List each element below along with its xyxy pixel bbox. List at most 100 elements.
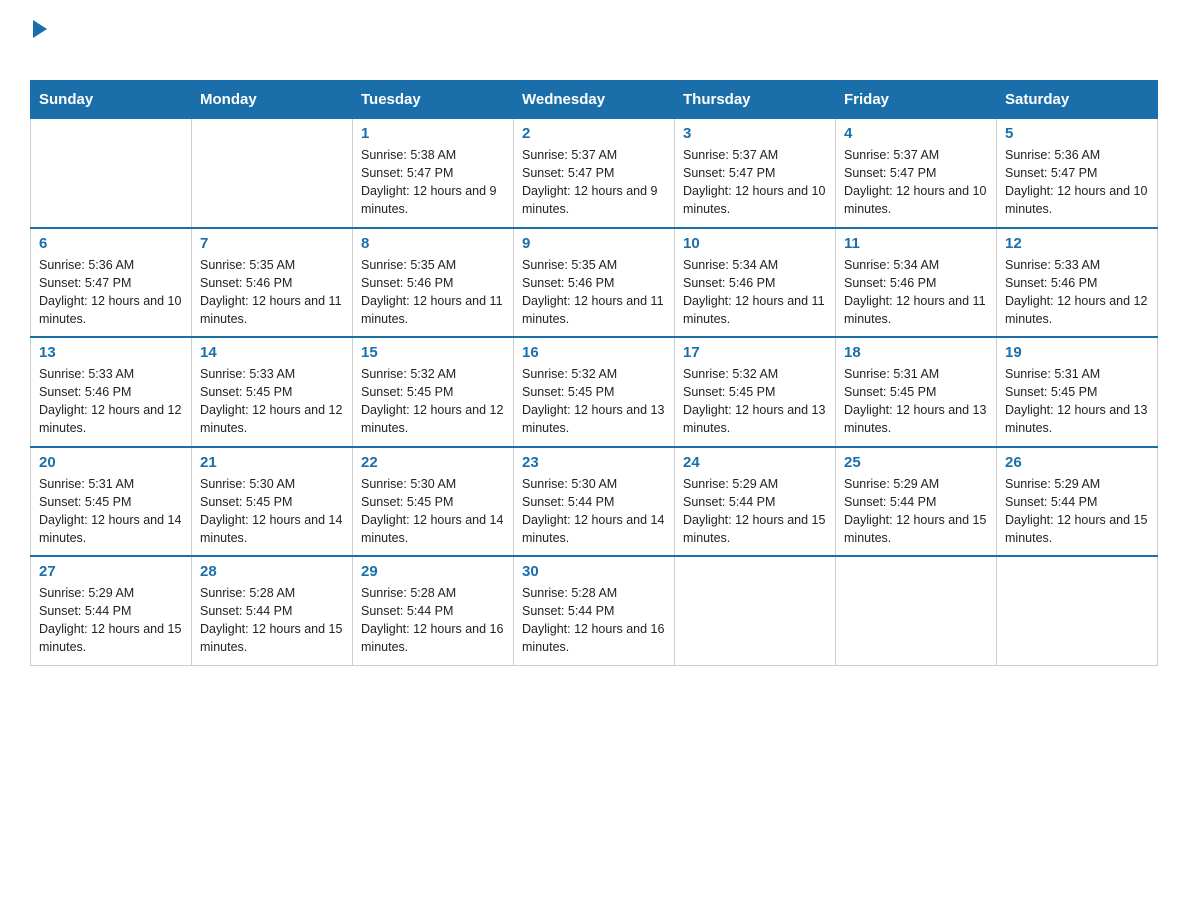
calendar-cell: 27 Sunrise: 5:29 AMSunset: 5:44 PMDayligh… [31,556,192,665]
calendar-cell: 11Sunrise: 5:34 AMSunset: 5:46 PMDayligh… [836,228,997,338]
day-info: Sunrise: 5:31 AMSunset: 5:45 PMDaylight:… [1005,365,1149,438]
calendar-cell: 3 Sunrise: 5:37 AMSunset: 5:47 PMDaylight… [675,119,836,228]
day-info: Sunrise: 5:30 AMSunset: 5:45 PMDaylight:… [200,475,344,548]
day-number: 2 [522,125,666,142]
calendar-cell: 25Sunrise: 5:29 AMSunset: 5:44 PMDayligh… [836,447,997,557]
calendar-cell: 17 Sunrise: 5:32 AMSunset: 5:45 PMDayligh… [675,337,836,447]
day-number: 15 [361,344,505,361]
calendar-header-row: SundayMondayTuesdayWednesdayThursdayFrid… [31,81,1158,119]
calendar-cell: 23Sunrise: 5:30 AMSunset: 5:44 PMDayligh… [514,447,675,557]
day-number: 17 [683,344,827,361]
day-number: 24 [683,454,827,471]
calendar-cell: 30 Sunrise: 5:28 AMSunset: 5:44 PMDayligh… [514,556,675,665]
calendar-cell: 28 Sunrise: 5:28 AMSunset: 5:44 PMDayligh… [192,556,353,665]
calendar-cell: 5 Sunrise: 5:36 AMSunset: 5:47 PMDaylight… [997,119,1158,228]
calendar-cell [997,556,1158,665]
day-number: 7 [200,235,344,252]
day-info: Sunrise: 5:35 AMSunset: 5:46 PMDaylight:… [200,256,344,329]
day-info: Sunrise: 5:33 AMSunset: 5:46 PMDaylight:… [1005,256,1149,329]
day-number: 8 [361,235,505,252]
day-info: Sunrise: 5:29 AMSunset: 5:44 PMDaylight:… [844,475,988,548]
calendar-cell: 21 Sunrise: 5:30 AMSunset: 5:45 PMDayligh… [192,447,353,557]
calendar-cell: 24 Sunrise: 5:29 AMSunset: 5:44 PMDayligh… [675,447,836,557]
calendar-cell: 1 Sunrise: 5:38 AMSunset: 5:47 PMDaylight… [353,119,514,228]
calendar-week-row: 1 Sunrise: 5:38 AMSunset: 5:47 PMDaylight… [31,119,1158,228]
calendar-cell: 29 Sunrise: 5:28 AMSunset: 5:44 PMDayligh… [353,556,514,665]
day-header-monday: Monday [192,81,353,119]
calendar-cell [836,556,997,665]
page-header [30,20,1158,62]
calendar-cell: 8 Sunrise: 5:35 AMSunset: 5:46 PMDaylight… [353,228,514,338]
calendar-cell: 13 Sunrise: 5:33 AMSunset: 5:46 PMDayligh… [31,337,192,447]
calendar-week-row: 20 Sunrise: 5:31 AMSunset: 5:45 PMDayligh… [31,447,1158,557]
day-number: 1 [361,125,505,142]
day-info: Sunrise: 5:32 AMSunset: 5:45 PMDaylight:… [361,365,505,438]
day-number: 13 [39,344,183,361]
day-number: 10 [683,235,827,252]
day-number: 27 [39,563,183,580]
calendar-cell: 14 Sunrise: 5:33 AMSunset: 5:45 PMDayligh… [192,337,353,447]
calendar-cell: 9 Sunrise: 5:35 AMSunset: 5:46 PMDaylight… [514,228,675,338]
calendar-week-row: 6Sunrise: 5:36 AMSunset: 5:47 PMDaylight… [31,228,1158,338]
day-info: Sunrise: 5:35 AMSunset: 5:46 PMDaylight:… [361,256,505,329]
day-number: 26 [1005,454,1149,471]
day-info: Sunrise: 5:37 AMSunset: 5:47 PMDaylight:… [683,146,827,219]
calendar-week-row: 27 Sunrise: 5:29 AMSunset: 5:44 PMDayligh… [31,556,1158,665]
day-number: 20 [39,454,183,471]
calendar-cell: 15 Sunrise: 5:32 AMSunset: 5:45 PMDayligh… [353,337,514,447]
day-info: Sunrise: 5:29 AMSunset: 5:44 PMDaylight:… [683,475,827,548]
calendar-cell: 12 Sunrise: 5:33 AMSunset: 5:46 PMDayligh… [997,228,1158,338]
day-info: Sunrise: 5:38 AMSunset: 5:47 PMDaylight:… [361,146,505,219]
day-info: Sunrise: 5:28 AMSunset: 5:44 PMDaylight:… [361,584,505,657]
day-info: Sunrise: 5:28 AMSunset: 5:44 PMDaylight:… [200,584,344,657]
day-info: Sunrise: 5:36 AMSunset: 5:47 PMDaylight:… [39,256,183,329]
day-header-wednesday: Wednesday [514,81,675,119]
day-info: Sunrise: 5:31 AMSunset: 5:45 PMDaylight:… [39,475,183,548]
calendar-cell: 26 Sunrise: 5:29 AMSunset: 5:44 PMDayligh… [997,447,1158,557]
day-header-sunday: Sunday [31,81,192,119]
day-header-tuesday: Tuesday [353,81,514,119]
calendar-cell [192,119,353,228]
day-info: Sunrise: 5:37 AMSunset: 5:47 PMDaylight:… [522,146,666,219]
day-number: 16 [522,344,666,361]
day-info: Sunrise: 5:32 AMSunset: 5:45 PMDaylight:… [683,365,827,438]
day-number: 19 [1005,344,1149,361]
calendar-cell [675,556,836,665]
day-info: Sunrise: 5:37 AMSunset: 5:47 PMDaylight:… [844,146,988,219]
day-number: 12 [1005,235,1149,252]
day-number: 14 [200,344,344,361]
day-info: Sunrise: 5:36 AMSunset: 5:47 PMDaylight:… [1005,146,1149,219]
day-info: Sunrise: 5:33 AMSunset: 5:45 PMDaylight:… [200,365,344,438]
day-number: 3 [683,125,827,142]
day-info: Sunrise: 5:34 AMSunset: 5:46 PMDaylight:… [844,256,988,329]
day-info: Sunrise: 5:29 AMSunset: 5:44 PMDaylight:… [1005,475,1149,548]
day-info: Sunrise: 5:28 AMSunset: 5:44 PMDaylight:… [522,584,666,657]
calendar-cell: 22 Sunrise: 5:30 AMSunset: 5:45 PMDayligh… [353,447,514,557]
calendar-cell: 18Sunrise: 5:31 AMSunset: 5:45 PMDayligh… [836,337,997,447]
day-info: Sunrise: 5:33 AMSunset: 5:46 PMDaylight:… [39,365,183,438]
calendar-cell: 10Sunrise: 5:34 AMSunset: 5:46 PMDayligh… [675,228,836,338]
calendar-week-row: 13 Sunrise: 5:33 AMSunset: 5:46 PMDayligh… [31,337,1158,447]
calendar-cell: 4Sunrise: 5:37 AMSunset: 5:47 PMDaylight… [836,119,997,228]
day-number: 21 [200,454,344,471]
day-number: 29 [361,563,505,580]
day-info: Sunrise: 5:30 AMSunset: 5:44 PMDaylight:… [522,475,666,548]
day-header-friday: Friday [836,81,997,119]
day-info: Sunrise: 5:35 AMSunset: 5:46 PMDaylight:… [522,256,666,329]
calendar-table: SundayMondayTuesdayWednesdayThursdayFrid… [30,80,1158,666]
day-info: Sunrise: 5:30 AMSunset: 5:45 PMDaylight:… [361,475,505,548]
calendar-cell: 20 Sunrise: 5:31 AMSunset: 5:45 PMDayligh… [31,447,192,557]
day-number: 9 [522,235,666,252]
day-number: 22 [361,454,505,471]
day-info: Sunrise: 5:32 AMSunset: 5:45 PMDaylight:… [522,365,666,438]
day-number: 5 [1005,125,1149,142]
logo-arrow-icon [33,20,47,38]
day-number: 30 [522,563,666,580]
calendar-cell: 7 Sunrise: 5:35 AMSunset: 5:46 PMDaylight… [192,228,353,338]
calendar-cell: 19 Sunrise: 5:31 AMSunset: 5:45 PMDayligh… [997,337,1158,447]
day-info: Sunrise: 5:29 AMSunset: 5:44 PMDaylight:… [39,584,183,657]
day-number: 28 [200,563,344,580]
calendar-cell: 6Sunrise: 5:36 AMSunset: 5:47 PMDaylight… [31,228,192,338]
day-info: Sunrise: 5:31 AMSunset: 5:45 PMDaylight:… [844,365,988,438]
day-header-thursday: Thursday [675,81,836,119]
